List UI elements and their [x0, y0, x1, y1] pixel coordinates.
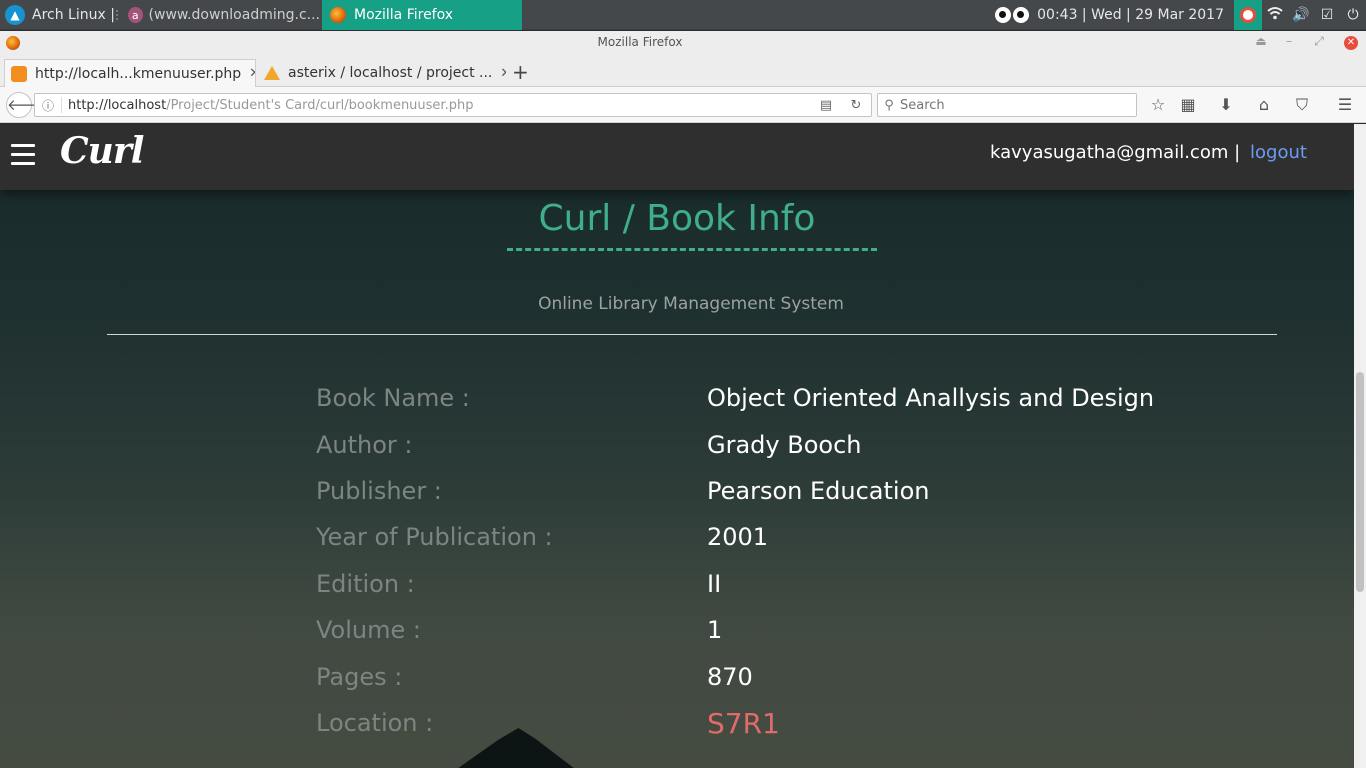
arch-label: Arch Linux | — [32, 7, 115, 23]
field-value: II — [707, 570, 722, 598]
os-taskbar: ▲ Arch Linux | a (www.downloadming.c... … — [0, 0, 1366, 30]
book-info-row: Pages : 870 — [316, 663, 1346, 703]
book-info-row: Edition : II — [316, 570, 1346, 610]
info-icon[interactable]: ⓘ — [35, 97, 61, 114]
search-input[interactable] — [900, 97, 1120, 113]
navigation-toolbar: 🡐 ⓘ http://localhost/Project/Student's C… — [0, 87, 1366, 123]
page-title: Curl / Book Info — [538, 198, 816, 239]
download-app-icon: a — [127, 7, 143, 23]
user-email: kavyasugatha@gmail.com | — [990, 142, 1241, 163]
field-value: Object Oriented Anallysis and Design — [707, 384, 1155, 412]
field-value: 2001 — [707, 523, 769, 551]
back-button[interactable]: 🡐 — [6, 92, 47, 118]
bookmark-star-icon[interactable]: ☆ — [1147, 95, 1169, 117]
field-label: Pages : — [316, 663, 403, 691]
field-value: Grady Booch — [707, 431, 862, 459]
field-label: Edition : — [316, 570, 415, 598]
page-subtitle: Online Library Management System — [538, 294, 844, 314]
downloads-icon[interactable]: ⬇ — [1215, 95, 1237, 117]
maximize-button[interactable]: ⤢ — [1310, 34, 1328, 49]
brand-logo[interactable]: Curl — [60, 130, 144, 172]
reload-icon[interactable]: ↻ — [841, 98, 871, 113]
field-label: Volume : — [316, 616, 421, 644]
volume-icon[interactable]: 🔊 — [1288, 7, 1314, 23]
field-value: Pearson Education — [707, 477, 930, 505]
field-label: Publisher : — [316, 477, 442, 505]
eye-icon — [995, 7, 1012, 23]
location-value: S7R1 — [707, 707, 780, 740]
book-info-row: Location : S7R1 — [316, 707, 1346, 749]
search-bar[interactable]: ⚲ — [877, 93, 1137, 117]
book-info-row: Book Name : Object Oriented Anallysis an… — [316, 384, 1346, 424]
book-info-row: Publisher : Pearson Education — [316, 477, 1346, 517]
arch-logo-icon: ▲ — [5, 5, 25, 25]
shade-icon[interactable]: ⏏ — [1252, 34, 1270, 48]
pocket-icon[interactable]: ⛉ — [1291, 95, 1313, 117]
app-navbar: Curl kavyasugatha@gmail.com | logout — [0, 124, 1354, 190]
url-text[interactable]: http://localhost/Project/Student's Card/… — [68, 98, 811, 113]
close-tab-icon[interactable]: ✕ — [249, 66, 255, 81]
new-tab-button[interactable]: + — [512, 60, 529, 84]
scrollbar-thumb[interactable] — [1356, 372, 1364, 592]
arch-menu-button[interactable]: ▲ Arch Linux | — [0, 0, 118, 30]
book-info-row: Volume : 1 — [316, 616, 1346, 656]
field-value: 1 — [707, 616, 723, 644]
tab-strip: http://localh...kmenuuser.php ✕ asterix … — [0, 55, 1366, 87]
divider — [61, 97, 62, 113]
title-divider — [507, 248, 877, 251]
taskbar-window-firefox[interactable]: Mozilla Firefox — [322, 0, 522, 30]
reader-view-icon[interactable]: ▤ — [811, 98, 841, 113]
home-icon[interactable]: ⌂ — [1253, 95, 1275, 117]
minimize-button[interactable]: – — [1280, 34, 1298, 48]
book-info-row: Author : Grady Booch — [316, 431, 1346, 471]
phpmyadmin-favicon-icon — [264, 66, 280, 80]
tab-phpmyadmin[interactable]: asterix / localhost / project ... ✕ — [258, 59, 506, 87]
update-icon[interactable] — [1234, 0, 1262, 30]
system-tray: 00:43 | Wed | 29 Mar 2017 🔊 ☑ ⏻ — [995, 0, 1366, 30]
tab-title: http://localh...kmenuuser.php — [35, 65, 242, 82]
menu-icon[interactable]: ☰ — [1334, 95, 1356, 117]
horizontal-rule — [107, 334, 1277, 335]
tab-title: asterix / localhost / project ... — [288, 65, 493, 81]
xampp-favicon-icon — [11, 65, 27, 82]
xeyes-icon — [995, 7, 1031, 23]
taskbar-window-download[interactable]: a (www.downloadming.c... — [112, 0, 320, 30]
field-label: Book Name : — [316, 384, 470, 412]
bookmarks-list-icon[interactable]: ▦ — [1177, 95, 1199, 117]
field-value: 870 — [707, 663, 753, 691]
eye-icon — [1013, 7, 1030, 23]
grip-icon — [116, 10, 120, 20]
hamburger-menu-icon[interactable] — [11, 144, 35, 168]
url-host: http://localhost — [68, 97, 167, 113]
book-info-row: Year of Publication : 2001 — [316, 523, 1346, 563]
clock[interactable]: 00:43 | Wed | 29 Mar 2017 — [1037, 7, 1224, 23]
page-content: Curl kavyasugatha@gmail.com | logout Cur… — [0, 124, 1354, 768]
page-scrollbar[interactable] — [1354, 124, 1366, 768]
firefox-icon — [330, 7, 346, 23]
wifi-icon[interactable] — [1262, 6, 1288, 24]
field-label: Year of Publication : — [316, 523, 553, 551]
close-window-button[interactable]: ✕ — [1344, 36, 1358, 50]
download-window-label: (www.downloadming.c... — [148, 7, 320, 23]
logout-link[interactable]: logout — [1250, 142, 1307, 163]
firefox-window-label: Mozilla Firefox — [354, 7, 454, 23]
clipboard-icon[interactable]: ☑ — [1314, 7, 1340, 23]
tab-bookmenuuser[interactable]: http://localh...kmenuuser.php ✕ — [4, 59, 256, 87]
search-icon: ⚲ — [884, 97, 894, 113]
field-label: Author : — [316, 431, 413, 459]
close-tab-icon[interactable]: ✕ — [500, 66, 506, 81]
window-titlebar: Mozilla Firefox ⏏ – ⤢ ✕ — [0, 31, 1366, 55]
window-title: Mozilla Firefox — [597, 35, 683, 49]
power-icon[interactable]: ⏻ — [1340, 7, 1366, 23]
url-bar[interactable]: ⓘ http://localhost/Project/Student's Car… — [34, 93, 872, 117]
url-path: /Project/Student's Card/curl/bookmenuuse… — [166, 97, 474, 113]
field-label: Location : — [316, 709, 434, 737]
